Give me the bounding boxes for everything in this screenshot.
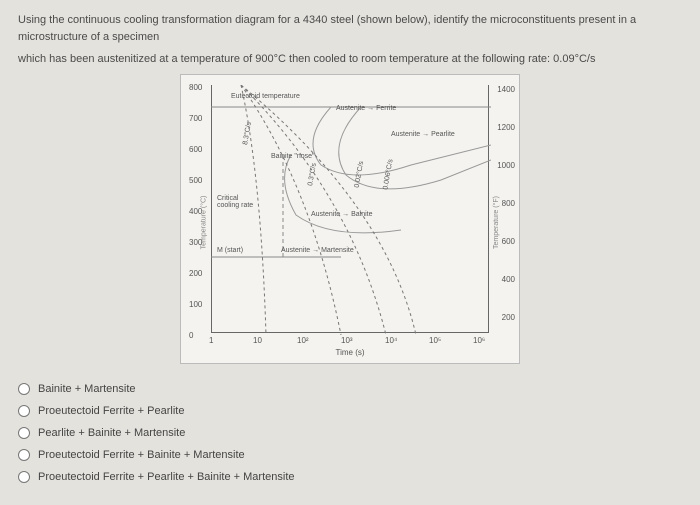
option-label: Proeutectoid Ferrite + Pearlite + Bainit… <box>38 471 295 483</box>
ytick-l-200: 200 <box>189 269 202 278</box>
ytick-l-700: 700 <box>189 114 202 123</box>
anno-mstart: M (start) <box>217 247 243 254</box>
radio-icon[interactable] <box>18 405 30 417</box>
ytick-r-800: 800 <box>502 199 515 208</box>
option-label: Bainite + Martensite <box>38 383 136 395</box>
ytick-r-1200: 1200 <box>497 123 515 132</box>
anno-critical: Critical cooling rate <box>217 195 257 209</box>
option-label: Proeutectoid Ferrite + Pearlite <box>38 405 184 417</box>
xtick-100: 10² <box>297 336 309 345</box>
option-label: Proeutectoid Ferrite + Bainite + Martens… <box>38 449 245 461</box>
anno-eutectoid: Eutectoid temperature <box>231 93 300 100</box>
ytick-l-800: 800 <box>189 83 202 92</box>
ytick-l-500: 500 <box>189 176 202 185</box>
ytick-r-600: 600 <box>502 237 515 246</box>
x-axis-label: Time (s) <box>335 348 364 357</box>
ytick-l-0: 0 <box>189 331 193 340</box>
radio-icon[interactable] <box>18 427 30 439</box>
anno-bainite-nose: Bainite "nose" <box>271 153 315 160</box>
y-axis-label-right: Temperature (°F) <box>493 196 500 249</box>
option-0[interactable]: Bainite + Martensite <box>18 378 682 400</box>
xtick-1: 1 <box>209 336 213 345</box>
ytick-l-100: 100 <box>189 300 202 309</box>
option-3[interactable]: Proeutectoid Ferrite + Bainite + Martens… <box>18 444 682 466</box>
anno-martensite: Austenite → Martensite <box>281 247 354 254</box>
anno-ferrite: Austenite → Ferrite <box>336 105 396 112</box>
xtick-10000: 10⁴ <box>385 336 397 345</box>
option-4[interactable]: Proeutectoid Ferrite + Pearlite + Bainit… <box>18 466 682 488</box>
radio-icon[interactable] <box>18 449 30 461</box>
anno-bainite: Austenite → Bainite <box>311 211 372 218</box>
answer-options: Bainite + Martensite Proeutectoid Ferrit… <box>18 378 682 488</box>
option-label: Pearlite + Bainite + Martensite <box>38 427 185 439</box>
y-axis-label-left: Temperature (°C) <box>200 195 207 249</box>
xtick-1000: 10³ <box>341 336 353 345</box>
radio-icon[interactable] <box>18 383 30 395</box>
xtick-10: 10 <box>253 336 262 345</box>
radio-icon[interactable] <box>18 471 30 483</box>
ytick-r-1000: 1000 <box>497 161 515 170</box>
anno-pearlite: Austenite → Pearlite <box>391 131 455 138</box>
cct-diagram: 0 100 200 300 400 500 600 700 800 200 40… <box>180 74 520 364</box>
ytick-r-1400: 1400 <box>497 85 515 94</box>
ytick-r-200: 200 <box>502 313 515 322</box>
xtick-1000000: 10⁶ <box>473 336 485 345</box>
question-line2: which has been austenitized at a tempera… <box>18 51 682 68</box>
option-1[interactable]: Proeutectoid Ferrite + Pearlite <box>18 400 682 422</box>
question-line1: Using the continuous cooling transformat… <box>18 12 682 45</box>
option-2[interactable]: Pearlite + Bainite + Martensite <box>18 422 682 444</box>
ytick-r-400: 400 <box>502 275 515 284</box>
ytick-l-600: 600 <box>189 145 202 154</box>
xtick-100000: 10⁵ <box>429 336 441 345</box>
